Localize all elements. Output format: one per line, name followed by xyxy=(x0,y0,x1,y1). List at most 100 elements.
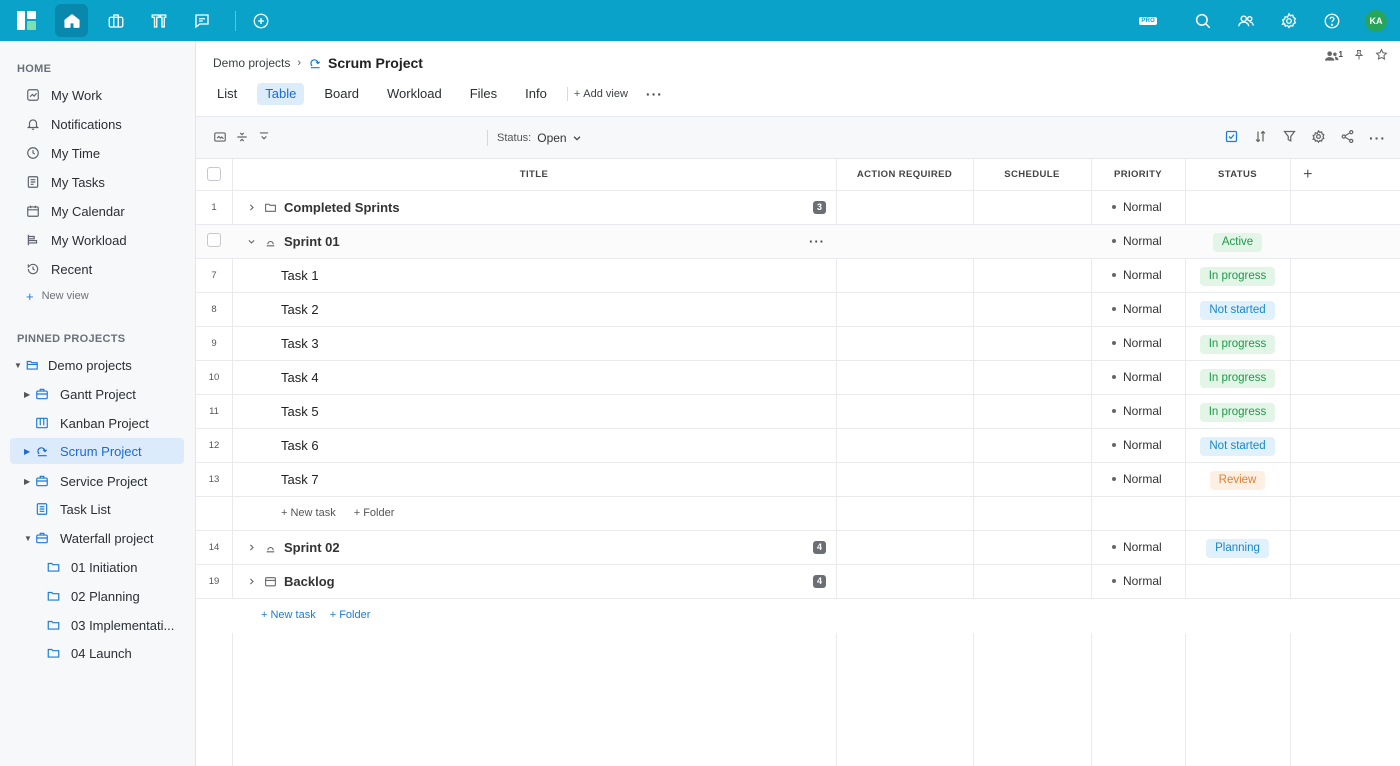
sidebar-item-my-calendar[interactable]: My Calendar xyxy=(10,198,184,224)
status-cell[interactable]: Planning xyxy=(1185,531,1290,564)
new-task-button[interactable]: + New task xyxy=(281,497,336,530)
star-icon[interactable] xyxy=(1375,48,1388,64)
tab-files[interactable]: Files xyxy=(462,83,505,105)
caret-right-icon[interactable]: ▶ xyxy=(24,477,34,486)
sidebar-item-kanban-project[interactable]: Kanban Project xyxy=(10,410,184,436)
table-row[interactable]: 8 Task 2 Normal Not started xyxy=(196,293,1400,327)
status-cell[interactable]: Active xyxy=(1185,225,1290,258)
new-folder-button[interactable]: + Folder xyxy=(354,497,395,530)
sidebar-item-01-initiation[interactable]: 01 Initiation xyxy=(10,554,184,580)
row-title[interactable]: Task 5 xyxy=(232,395,836,428)
sidebar-item-04-launch[interactable]: 04 Launch xyxy=(10,640,184,666)
breadcrumb-parent[interactable]: Demo projects xyxy=(213,56,290,70)
tab-table[interactable]: Table xyxy=(257,83,305,105)
table-row[interactable]: 7 Task 1 Normal In progress xyxy=(196,259,1400,293)
column-header-priority[interactable]: PRIORITY xyxy=(1091,159,1185,190)
gear-icon[interactable] xyxy=(1311,129,1326,147)
status-cell[interactable]: In progress xyxy=(1185,361,1290,394)
tab-info[interactable]: Info xyxy=(517,83,555,105)
home-icon[interactable] xyxy=(55,4,88,37)
collapse-icon[interactable] xyxy=(235,130,249,147)
priority-cell[interactable]: Normal xyxy=(1091,531,1185,564)
caret-down-icon[interactable]: ▼ xyxy=(14,361,24,370)
table-row[interactable]: Sprint 01 ··· Normal Active xyxy=(196,225,1400,259)
priority-cell[interactable]: Normal xyxy=(1091,225,1185,258)
column-header-action-required[interactable]: ACTION REQUIRED xyxy=(836,159,973,190)
table-row[interactable]: 10 Task 4 Normal In progress xyxy=(196,361,1400,395)
priority-cell[interactable]: Normal xyxy=(1091,191,1185,224)
status-filter[interactable]: Status: Open xyxy=(497,131,582,145)
row-title[interactable]: Task 1 xyxy=(232,259,836,292)
row-title[interactable]: Task 6 xyxy=(232,429,836,462)
priority-cell[interactable]: Normal xyxy=(1091,361,1185,394)
table-row[interactable]: 14 Sprint 02 4 Normal Planning xyxy=(196,531,1400,565)
row-checkbox[interactable] xyxy=(207,233,221,247)
help-icon[interactable] xyxy=(1314,3,1350,39)
filter-icon[interactable] xyxy=(1282,129,1297,147)
priority-cell[interactable]: Normal xyxy=(1091,259,1185,292)
templates-icon[interactable] xyxy=(142,4,175,37)
status-cell[interactable]: Review xyxy=(1185,463,1290,496)
sidebar-item-recent[interactable]: Recent xyxy=(10,256,184,282)
row-title[interactable]: Sprint 01 ··· xyxy=(232,225,836,258)
tab-workload[interactable]: Workload xyxy=(379,83,450,105)
row-title[interactable]: Task 7 xyxy=(232,463,836,496)
caret-right-icon[interactable]: ▶ xyxy=(24,447,34,456)
sort-icon[interactable] xyxy=(1253,129,1268,147)
expand-all-icon[interactable] xyxy=(257,130,271,147)
table-row[interactable]: 13 Task 7 Normal Review xyxy=(196,463,1400,497)
chat-icon[interactable] xyxy=(185,4,218,37)
priority-cell[interactable]: Normal xyxy=(1091,395,1185,428)
row-title[interactable]: Sprint 02 4 xyxy=(232,531,836,564)
new-task-button[interactable]: + New task xyxy=(261,599,316,632)
sidebar-item-notifications[interactable]: Notifications xyxy=(10,111,184,137)
sidebar-item-02-planning[interactable]: 02 Planning xyxy=(10,583,184,609)
priority-cell[interactable]: Normal xyxy=(1091,293,1185,326)
sidebar-item-service-project[interactable]: ▶ Service Project xyxy=(10,468,184,494)
row-title[interactable]: Task 3 xyxy=(232,327,836,360)
status-cell[interactable]: In progress xyxy=(1185,327,1290,360)
caret-right-icon[interactable]: ▶ xyxy=(24,390,34,399)
table-row[interactable]: 19 Backlog 4 Normal xyxy=(196,565,1400,599)
sidebar-item-my-time[interactable]: My Time xyxy=(10,140,184,166)
select-all-checkbox[interactable] xyxy=(207,167,221,181)
tab-board[interactable]: Board xyxy=(316,83,367,105)
priority-cell[interactable]: Normal xyxy=(1091,565,1185,598)
status-cell[interactable]: In progress xyxy=(1185,259,1290,292)
column-header-title[interactable]: TITLE xyxy=(232,159,836,190)
sidebar-item-task-list[interactable]: Task List xyxy=(10,496,184,522)
status-cell[interactable]: In progress xyxy=(1185,395,1290,428)
sidebar-item-scrum-project[interactable]: ▶ Scrum Project xyxy=(10,438,184,464)
sidebar-item-gantt-project[interactable]: ▶ Gantt Project xyxy=(10,381,184,407)
table-row[interactable]: 11 Task 5 Normal In progress xyxy=(196,395,1400,429)
more-options-icon[interactable]: ··· xyxy=(646,86,663,102)
briefcase-icon[interactable] xyxy=(99,4,132,37)
add-column-button[interactable]: + xyxy=(1290,159,1326,190)
sidebar-item-my-workload[interactable]: My Workload xyxy=(10,227,184,253)
chevron-right-icon[interactable] xyxy=(247,203,257,212)
column-header-status[interactable]: STATUS xyxy=(1185,159,1290,190)
users-icon[interactable] xyxy=(1228,3,1264,39)
sidebar-item-03-implementation[interactable]: 03 Implementati... xyxy=(10,612,184,638)
sidebar-item-demo-projects[interactable]: ▼ Demo projects xyxy=(10,352,184,378)
add-view-button[interactable]: + Add view xyxy=(574,88,628,100)
priority-cell[interactable]: Normal xyxy=(1091,463,1185,496)
status-cell[interactable]: Not started xyxy=(1185,429,1290,462)
add-circle-icon[interactable] xyxy=(244,4,277,37)
row-title[interactable]: Backlog 4 xyxy=(232,565,836,598)
row-title[interactable]: Task 4 xyxy=(232,361,836,394)
priority-cell[interactable]: Normal xyxy=(1091,327,1185,360)
caret-down-icon[interactable]: ▼ xyxy=(24,534,34,543)
row-title[interactable]: Completed Sprints 3 xyxy=(232,191,836,224)
more-options-icon[interactable]: ··· xyxy=(1369,130,1386,146)
search-icon[interactable] xyxy=(1185,3,1221,39)
pin-icon[interactable] xyxy=(1353,49,1365,64)
table-row[interactable]: 12 Task 6 Normal Not started xyxy=(196,429,1400,463)
chevron-right-icon[interactable] xyxy=(247,577,257,586)
avatar[interactable]: KA xyxy=(1365,9,1387,32)
row-title[interactable]: Task 2 xyxy=(232,293,836,326)
priority-cell[interactable]: Normal xyxy=(1091,429,1185,462)
column-header-schedule[interactable]: SCHEDULE xyxy=(973,159,1091,190)
app-logo[interactable] xyxy=(17,11,36,30)
checkbox-toggle-icon[interactable] xyxy=(1224,129,1239,147)
